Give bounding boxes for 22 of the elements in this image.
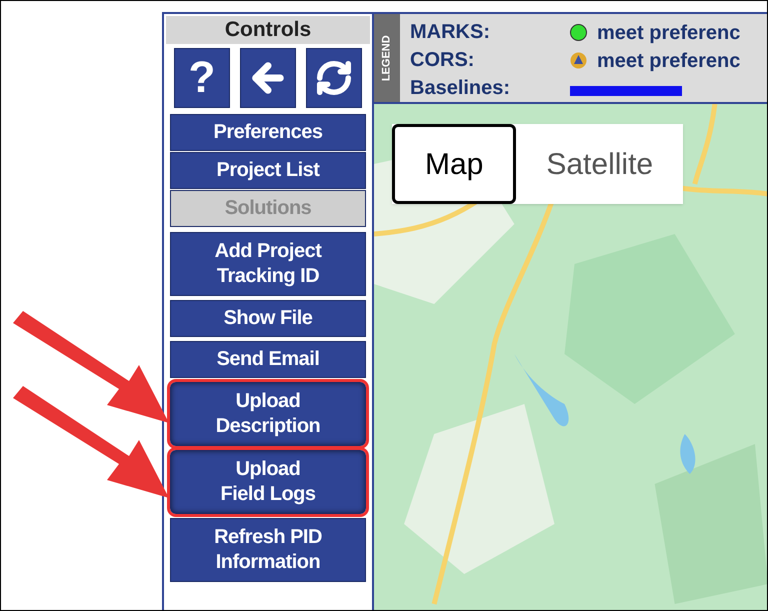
sidebar-button[interactable]: Add Project Tracking ID: [170, 232, 366, 296]
map-type-tab[interactable]: Map: [392, 124, 516, 204]
legend-label: CORS:: [410, 48, 476, 73]
legend-tab-label: LEGEND: [380, 35, 394, 81]
cors-station-icon: [570, 52, 587, 69]
back-button[interactable]: [240, 48, 296, 108]
sidebar-button[interactable]: Refresh PID Information: [170, 518, 366, 582]
sidebar-button[interactable]: Project List: [170, 152, 366, 189]
help-button[interactable]: ?: [174, 48, 230, 108]
refresh-button[interactable]: [306, 48, 362, 108]
refresh-icon: [315, 59, 353, 97]
map-type-tab[interactable]: Satellite: [516, 124, 684, 204]
sidebar-button[interactable]: Send Email: [170, 341, 366, 378]
sidebar-button[interactable]: Show File: [170, 300, 366, 337]
sidebar-button[interactable]: Preferences: [170, 114, 366, 151]
legend-text: meet preferenc: [597, 20, 740, 46]
panel-title: Controls: [166, 16, 370, 44]
sidebar-button[interactable]: Upload Description: [170, 382, 366, 446]
sidebar-button[interactable]: Upload Field Logs: [170, 450, 366, 514]
legend-text: meet preferenc: [597, 48, 740, 74]
legend-label: MARKS:: [410, 20, 491, 45]
legend-label: Baselines:: [410, 76, 512, 101]
